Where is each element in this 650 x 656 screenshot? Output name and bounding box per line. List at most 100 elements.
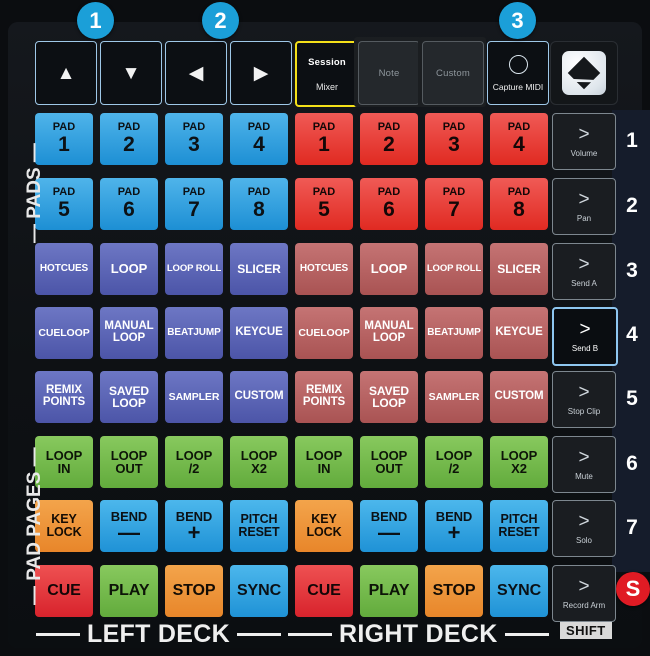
pad-right-r1-c2-pad-2[interactable]: PAD 2: [360, 113, 418, 165]
pad-right-r3-c1-hotcues[interactable]: HOTCUES: [295, 243, 353, 295]
pad-right-r8-c2-play[interactable]: PLAY: [360, 565, 418, 617]
pad-label: PLAY: [108, 581, 150, 599]
scene-button-record-arm[interactable]: > Record Arm: [552, 565, 616, 622]
pad-left-r2-c4-pad-8[interactable]: PAD 8: [230, 178, 288, 230]
pad-right-r4-c1-cueloop[interactable]: CUELOOP: [295, 307, 353, 359]
pad-right-r4-c2-manual-loop[interactable]: MANUAL LOOP: [360, 307, 418, 359]
pad-right-r5-c1-remix-points[interactable]: REMIX POINTS: [295, 371, 353, 423]
pad-right-r4-c3-beatjump[interactable]: BEATJUMP: [425, 307, 483, 359]
pad-left-r1-c4-pad-4[interactable]: PAD 4: [230, 113, 288, 165]
pad-right-r7-c4-pitch-reset[interactable]: PITCH RESET: [490, 500, 548, 552]
chevron-right-icon: >: [579, 319, 591, 340]
pad-label: CUELOOP: [298, 326, 350, 339]
chevron-right-icon: >: [578, 189, 590, 210]
pad-number: 5: [58, 198, 70, 222]
pad-right-r8-c1-cue[interactable]: CUE: [295, 565, 353, 617]
pad-left-r7-c3-bend[interactable]: BEND +: [165, 500, 223, 552]
pad-right-r2-c1-pad-5[interactable]: PAD 5: [295, 178, 353, 230]
pad-right-r8-c4-sync[interactable]: SYNC: [490, 565, 548, 617]
pad-caption: PAD: [182, 121, 206, 134]
pad-right-r6-c3-loop-2[interactable]: LOOP/2: [425, 436, 483, 488]
scene-button-label: Volume: [570, 149, 598, 158]
pad-label: STOP: [432, 581, 476, 599]
scene-button-pan[interactable]: > Pan: [552, 178, 616, 235]
pad-label: CUELOOP: [38, 326, 90, 339]
down-arrow-button[interactable]: ▼: [100, 41, 162, 105]
pad-right-r5-c4-custom[interactable]: CUSTOM: [490, 371, 548, 423]
pad-left-r4-c4-keycue[interactable]: KEYCUE: [230, 307, 288, 359]
pad-right-r7-c2-bend[interactable]: BEND —: [360, 500, 418, 552]
pad-left-r3-c4-slicer[interactable]: SLICER: [230, 243, 288, 295]
pad-right-r2-c4-pad-8[interactable]: PAD 8: [490, 178, 548, 230]
scene-button-stop-clip[interactable]: > Stop Clip: [552, 371, 616, 428]
pad-number: 1: [58, 133, 70, 157]
pad-left-r4-c1-cueloop[interactable]: CUELOOP: [35, 307, 93, 359]
minus-icon: —: [118, 520, 140, 546]
pad-left-r2-c2-pad-6[interactable]: PAD 6: [100, 178, 158, 230]
pad-left-r5-c3-sampler[interactable]: SAMPLER: [165, 371, 223, 423]
note-button[interactable]: Note: [358, 41, 420, 105]
scene-row-number-2: 2: [626, 194, 638, 217]
pad-left-r8-c4-sync[interactable]: SYNC: [230, 565, 288, 617]
pad-left-r5-c2-saved-loop[interactable]: SAVED LOOP: [100, 371, 158, 423]
pad-left-r7-c2-bend[interactable]: BEND —: [100, 500, 158, 552]
pad-left-r3-c2-loop[interactable]: LOOP: [100, 243, 158, 295]
pad-right-r5-c2-saved-loop[interactable]: SAVED LOOP: [360, 371, 418, 423]
scene-button-label: Stop Clip: [567, 407, 601, 416]
pad-left-r4-c3-beatjump[interactable]: BEATJUMP: [165, 307, 223, 359]
pad-number: 1: [318, 133, 330, 157]
pad-label: HOTCUES: [39, 262, 89, 274]
pad-left-r8-c2-play[interactable]: PLAY: [100, 565, 158, 617]
session-mixer-button[interactable]: Session Mixer: [295, 41, 359, 107]
pad-right-r1-c4-pad-4[interactable]: PAD 4: [490, 113, 548, 165]
pad-right-r1-c3-pad-3[interactable]: PAD 3: [425, 113, 483, 165]
pad-right-r7-c3-bend[interactable]: BEND +: [425, 500, 483, 552]
scene-row-number-7: 7: [626, 516, 638, 539]
pad-left-r5-c1-remix-points[interactable]: REMIX POINTS: [35, 371, 93, 423]
pad-label: LOOP: [45, 447, 83, 463]
pad-left-r1-c3-pad-3[interactable]: PAD 3: [165, 113, 223, 165]
novation-logo-button[interactable]: [550, 41, 618, 105]
pad-right-r4-c4-keycue[interactable]: KEYCUE: [490, 307, 548, 359]
pad-right-r6-c2-loop-out[interactable]: LOOP OUT: [360, 436, 418, 488]
pad-right-r1-c1-pad-1[interactable]: PAD 1: [295, 113, 353, 165]
scene-button-label: Mute: [575, 472, 593, 481]
pad-left-r2-c3-pad-7[interactable]: PAD 7: [165, 178, 223, 230]
pad-left-r6-c2-loop-out[interactable]: LOOP OUT: [100, 436, 158, 488]
pad-right-r3-c2-loop[interactable]: LOOP: [360, 243, 418, 295]
left-arrow-button[interactable]: ◀: [165, 41, 227, 105]
pad-label: HOTCUES: [299, 262, 349, 274]
scene-row-number-3: 3: [626, 259, 638, 282]
pad-left-r4-c2-manual-loop[interactable]: MANUAL LOOP: [100, 307, 158, 359]
capture-midi-label: Capture MIDI: [492, 81, 544, 92]
pad-label: LOOP ROLL: [166, 263, 222, 275]
pad-right-r3-c4-slicer[interactable]: SLICER: [490, 243, 548, 295]
pad-right-r8-c3-stop[interactable]: STOP: [425, 565, 483, 617]
pad-right-r3-c3-loop-roll[interactable]: LOOP ROLL: [425, 243, 483, 295]
pad-right-r2-c3-pad-7[interactable]: PAD 7: [425, 178, 483, 230]
pad-right-r2-c2-pad-6[interactable]: PAD 6: [360, 178, 418, 230]
capture-midi-button[interactable]: Capture MIDI: [487, 41, 549, 105]
pad-label: PLAY: [368, 581, 410, 599]
pad-left-r6-c3-loop-2[interactable]: LOOP/2: [165, 436, 223, 488]
pad-right-r7-c1-key-lock[interactable]: KEY LOCK: [295, 500, 353, 552]
pad-left-r5-c4-custom[interactable]: CUSTOM: [230, 371, 288, 423]
pad-left-r6-c4-loop-x2[interactable]: LOOP X2: [230, 436, 288, 488]
scene-button-solo[interactable]: > Solo: [552, 500, 616, 557]
pad-right-r6-c1-loop-in[interactable]: LOOP IN: [295, 436, 353, 488]
pad-left-r3-c3-loop-roll[interactable]: LOOP ROLL: [165, 243, 223, 295]
pad-left-r1-c2-pad-2[interactable]: PAD 2: [100, 113, 158, 165]
scene-button-mute[interactable]: > Mute: [552, 436, 616, 493]
scene-button-send-b[interactable]: > Send B: [552, 307, 618, 366]
pad-left-r3-c1-hotcues[interactable]: HOTCUES: [35, 243, 93, 295]
pad-right-r5-c3-sampler[interactable]: SAMPLER: [425, 371, 483, 423]
pad-right-r6-c4-loop-x2[interactable]: LOOP X2: [490, 436, 548, 488]
pad-left-r8-c3-stop[interactable]: STOP: [165, 565, 223, 617]
up-arrow-button[interactable]: ▲: [35, 41, 97, 105]
scene-button-send-a[interactable]: > Send A: [552, 243, 616, 300]
right-arrow-button[interactable]: ▶: [230, 41, 292, 105]
pad-caption: PAD: [247, 121, 271, 134]
custom-button[interactable]: Custom: [422, 41, 484, 105]
pad-left-r7-c4-pitch-reset[interactable]: PITCH RESET: [230, 500, 288, 552]
scene-button-volume[interactable]: > Volume: [552, 113, 616, 170]
